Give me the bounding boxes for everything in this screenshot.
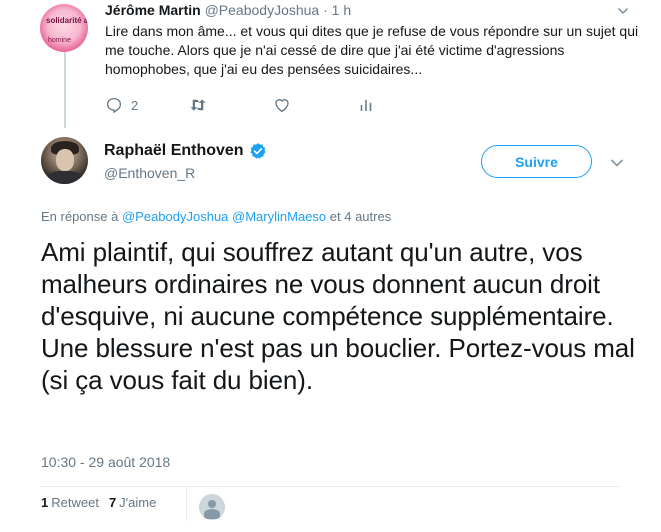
heart-icon <box>275 99 289 113</box>
retweet-icon <box>190 99 206 111</box>
retweets-count: 1 <box>41 495 49 510</box>
tweet-stats: 1 Retweet 7 J'aime <box>41 495 166 510</box>
reply-count: 2 <box>131 97 139 113</box>
chevron-down-icon[interactable] <box>618 6 628 16</box>
author-name[interactable]: Raphaël Enthoven <box>104 142 244 160</box>
tweet-timestamp[interactable]: 10:30 - 29 août 2018 <box>41 454 170 470</box>
tweet-text: Ami plaintif, qui souffrez autant qu'un … <box>41 237 635 395</box>
mention-link[interactable]: @PeabodyJoshua <box>122 209 228 224</box>
tweet-text: Lire dans mon âme... et vous qui dites q… <box>105 23 639 77</box>
parent-tweet[interactable]: solidarité a homine Jérôme Martin @Peabo… <box>0 0 661 128</box>
follow-button[interactable]: Suivre <box>481 145 592 178</box>
author-handle[interactable]: @PeabodyJoshua <box>205 2 320 18</box>
verified-badge-icon <box>250 143 266 159</box>
separator-dot: · <box>323 2 328 18</box>
author-name-row: Raphaël Enthoven <box>104 142 267 160</box>
liker-avatar[interactable] <box>199 494 225 520</box>
author-handle[interactable]: @Enthoven_R <box>104 165 195 181</box>
chevron-down-icon[interactable] <box>611 158 623 168</box>
reply-prefix: En réponse à <box>41 209 119 224</box>
divider <box>41 486 621 487</box>
avatar-text: solidarité a <box>46 16 88 25</box>
tweet-time[interactable]: 1 h <box>332 2 351 18</box>
avatar[interactable]: solidarité a homine <box>40 4 88 52</box>
author-name[interactable]: Jérôme Martin <box>105 2 201 18</box>
likes-stat[interactable]: 7 J'aime <box>109 495 156 510</box>
retweets-label: Retweet <box>51 495 99 510</box>
tweet-actions: 2 <box>105 96 405 116</box>
mention-link[interactable]: @MarylinMaeso <box>232 209 326 224</box>
reply-others[interactable]: et 4 autres <box>330 209 391 224</box>
tweet-header: Jérôme Martin @PeabodyJoshua · 1 h <box>105 2 351 18</box>
analytics-button[interactable] <box>357 96 375 114</box>
reply-context: En réponse à @PeabodyJoshua @MarylinMaes… <box>41 209 391 224</box>
likes-label: J'aime <box>119 495 157 510</box>
reply-button[interactable]: 2 <box>105 96 138 114</box>
retweets-stat[interactable]: 1 Retweet <box>41 495 99 510</box>
like-button[interactable] <box>273 96 291 114</box>
analytics-icon <box>360 99 372 111</box>
thread-connector-line <box>64 48 66 128</box>
retweet-button[interactable] <box>189 96 207 114</box>
avatar-text: homine <box>48 37 71 44</box>
avatar[interactable] <box>41 137 88 184</box>
likes-count: 7 <box>108 495 117 510</box>
stats-separator <box>186 487 187 521</box>
reply-icon <box>106 97 122 113</box>
